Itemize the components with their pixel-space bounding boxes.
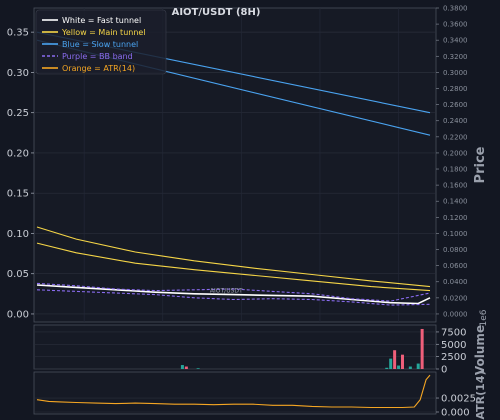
left-tick-label: 0.15 bbox=[7, 189, 29, 200]
legend-entry-label: Blue = Slow tunnel bbox=[62, 40, 138, 49]
right-tick-label: 0.3400 bbox=[443, 37, 468, 45]
price-tag-label: AIOT/USDT bbox=[210, 288, 243, 295]
right-tick-label: 0.3200 bbox=[443, 53, 468, 61]
volume-bar bbox=[180, 365, 184, 369]
volume-bar bbox=[397, 365, 401, 369]
volume-bar bbox=[400, 354, 404, 369]
legend-entry-label: Purple = BB band bbox=[62, 52, 133, 61]
volume-tick-label: 5000 bbox=[441, 340, 466, 351]
volume-bar bbox=[385, 367, 389, 369]
volume-bar bbox=[416, 363, 420, 369]
right-tick-label: 0.0200 bbox=[443, 294, 468, 302]
right-tick-label: 0.0800 bbox=[443, 246, 468, 254]
right-tick-label: 0.3000 bbox=[443, 69, 468, 77]
right-tick-label: 0.1200 bbox=[443, 214, 468, 222]
right-tick-label: 0.2400 bbox=[443, 117, 468, 125]
atr-axis-label: ATR(14) bbox=[474, 371, 487, 420]
right-tick-label: 0.2600 bbox=[443, 101, 468, 109]
volume-bar bbox=[196, 368, 200, 369]
left-tick-label: 0.10 bbox=[7, 229, 29, 240]
left-tick-label: 0.05 bbox=[7, 269, 29, 280]
left-tick-label: 0.30 bbox=[7, 68, 29, 79]
left-tick-label: 0.20 bbox=[7, 148, 29, 159]
left-tick-label: 0.00 bbox=[7, 309, 29, 320]
atr-tick-label: 0.000 bbox=[441, 408, 470, 419]
volume-bar bbox=[408, 366, 412, 369]
volume-tick-label: 2500 bbox=[441, 352, 466, 363]
right-tick-label: 0.1000 bbox=[443, 230, 468, 238]
atr-tick-label: 0.0025 bbox=[441, 394, 476, 405]
right-tick-label: 0.1800 bbox=[443, 166, 468, 174]
legend-entry-label: Yellow = Main tunnel bbox=[61, 28, 146, 37]
left-tick-label: 0.35 bbox=[7, 28, 29, 39]
right-tick-label: 0.2800 bbox=[443, 85, 468, 93]
right-tick-label: 0.0000 bbox=[443, 310, 468, 318]
volume-bar bbox=[389, 358, 393, 369]
legend: White = Fast tunnel Yellow = Main tunnel B… bbox=[35, 9, 167, 75]
right-tick-label: 0.0600 bbox=[443, 262, 468, 270]
volume-bar bbox=[184, 366, 188, 369]
volume-panel-frame bbox=[33, 324, 437, 370]
legend-entry-label: White = Fast tunnel bbox=[62, 16, 141, 25]
right-tick-label: 0.3800 bbox=[443, 5, 468, 13]
volume-scale-note: 1e6 bbox=[479, 309, 489, 326]
right-tick-label: 0.2200 bbox=[443, 133, 468, 141]
volume-bar bbox=[393, 350, 397, 369]
volume-axis-label: Volume bbox=[473, 325, 487, 375]
right-tick-label: 0.1400 bbox=[443, 198, 468, 206]
right-tick-label: 0.0400 bbox=[443, 278, 468, 286]
chart-title: AIOT/USDT (8H) bbox=[172, 7, 261, 18]
right-tick-label: 0.3600 bbox=[443, 21, 468, 29]
volume-bar bbox=[420, 328, 424, 369]
chart: AIOT/USDT 0.00 0.05 0.10 0.15 0.20 0.25 0.30 0.… bbox=[0, 0, 500, 420]
legend-entry-label: Orange = ATR(14) bbox=[62, 64, 135, 73]
volume-tick-label: 7500 bbox=[441, 327, 466, 338]
left-tick-label: 0.25 bbox=[7, 108, 29, 119]
right-tick-label: 0.1600 bbox=[443, 182, 468, 190]
right-tick-label: 0.2000 bbox=[443, 149, 468, 157]
volume-tick-label: 0 bbox=[441, 365, 447, 376]
price-axis-label: Price bbox=[473, 146, 488, 183]
